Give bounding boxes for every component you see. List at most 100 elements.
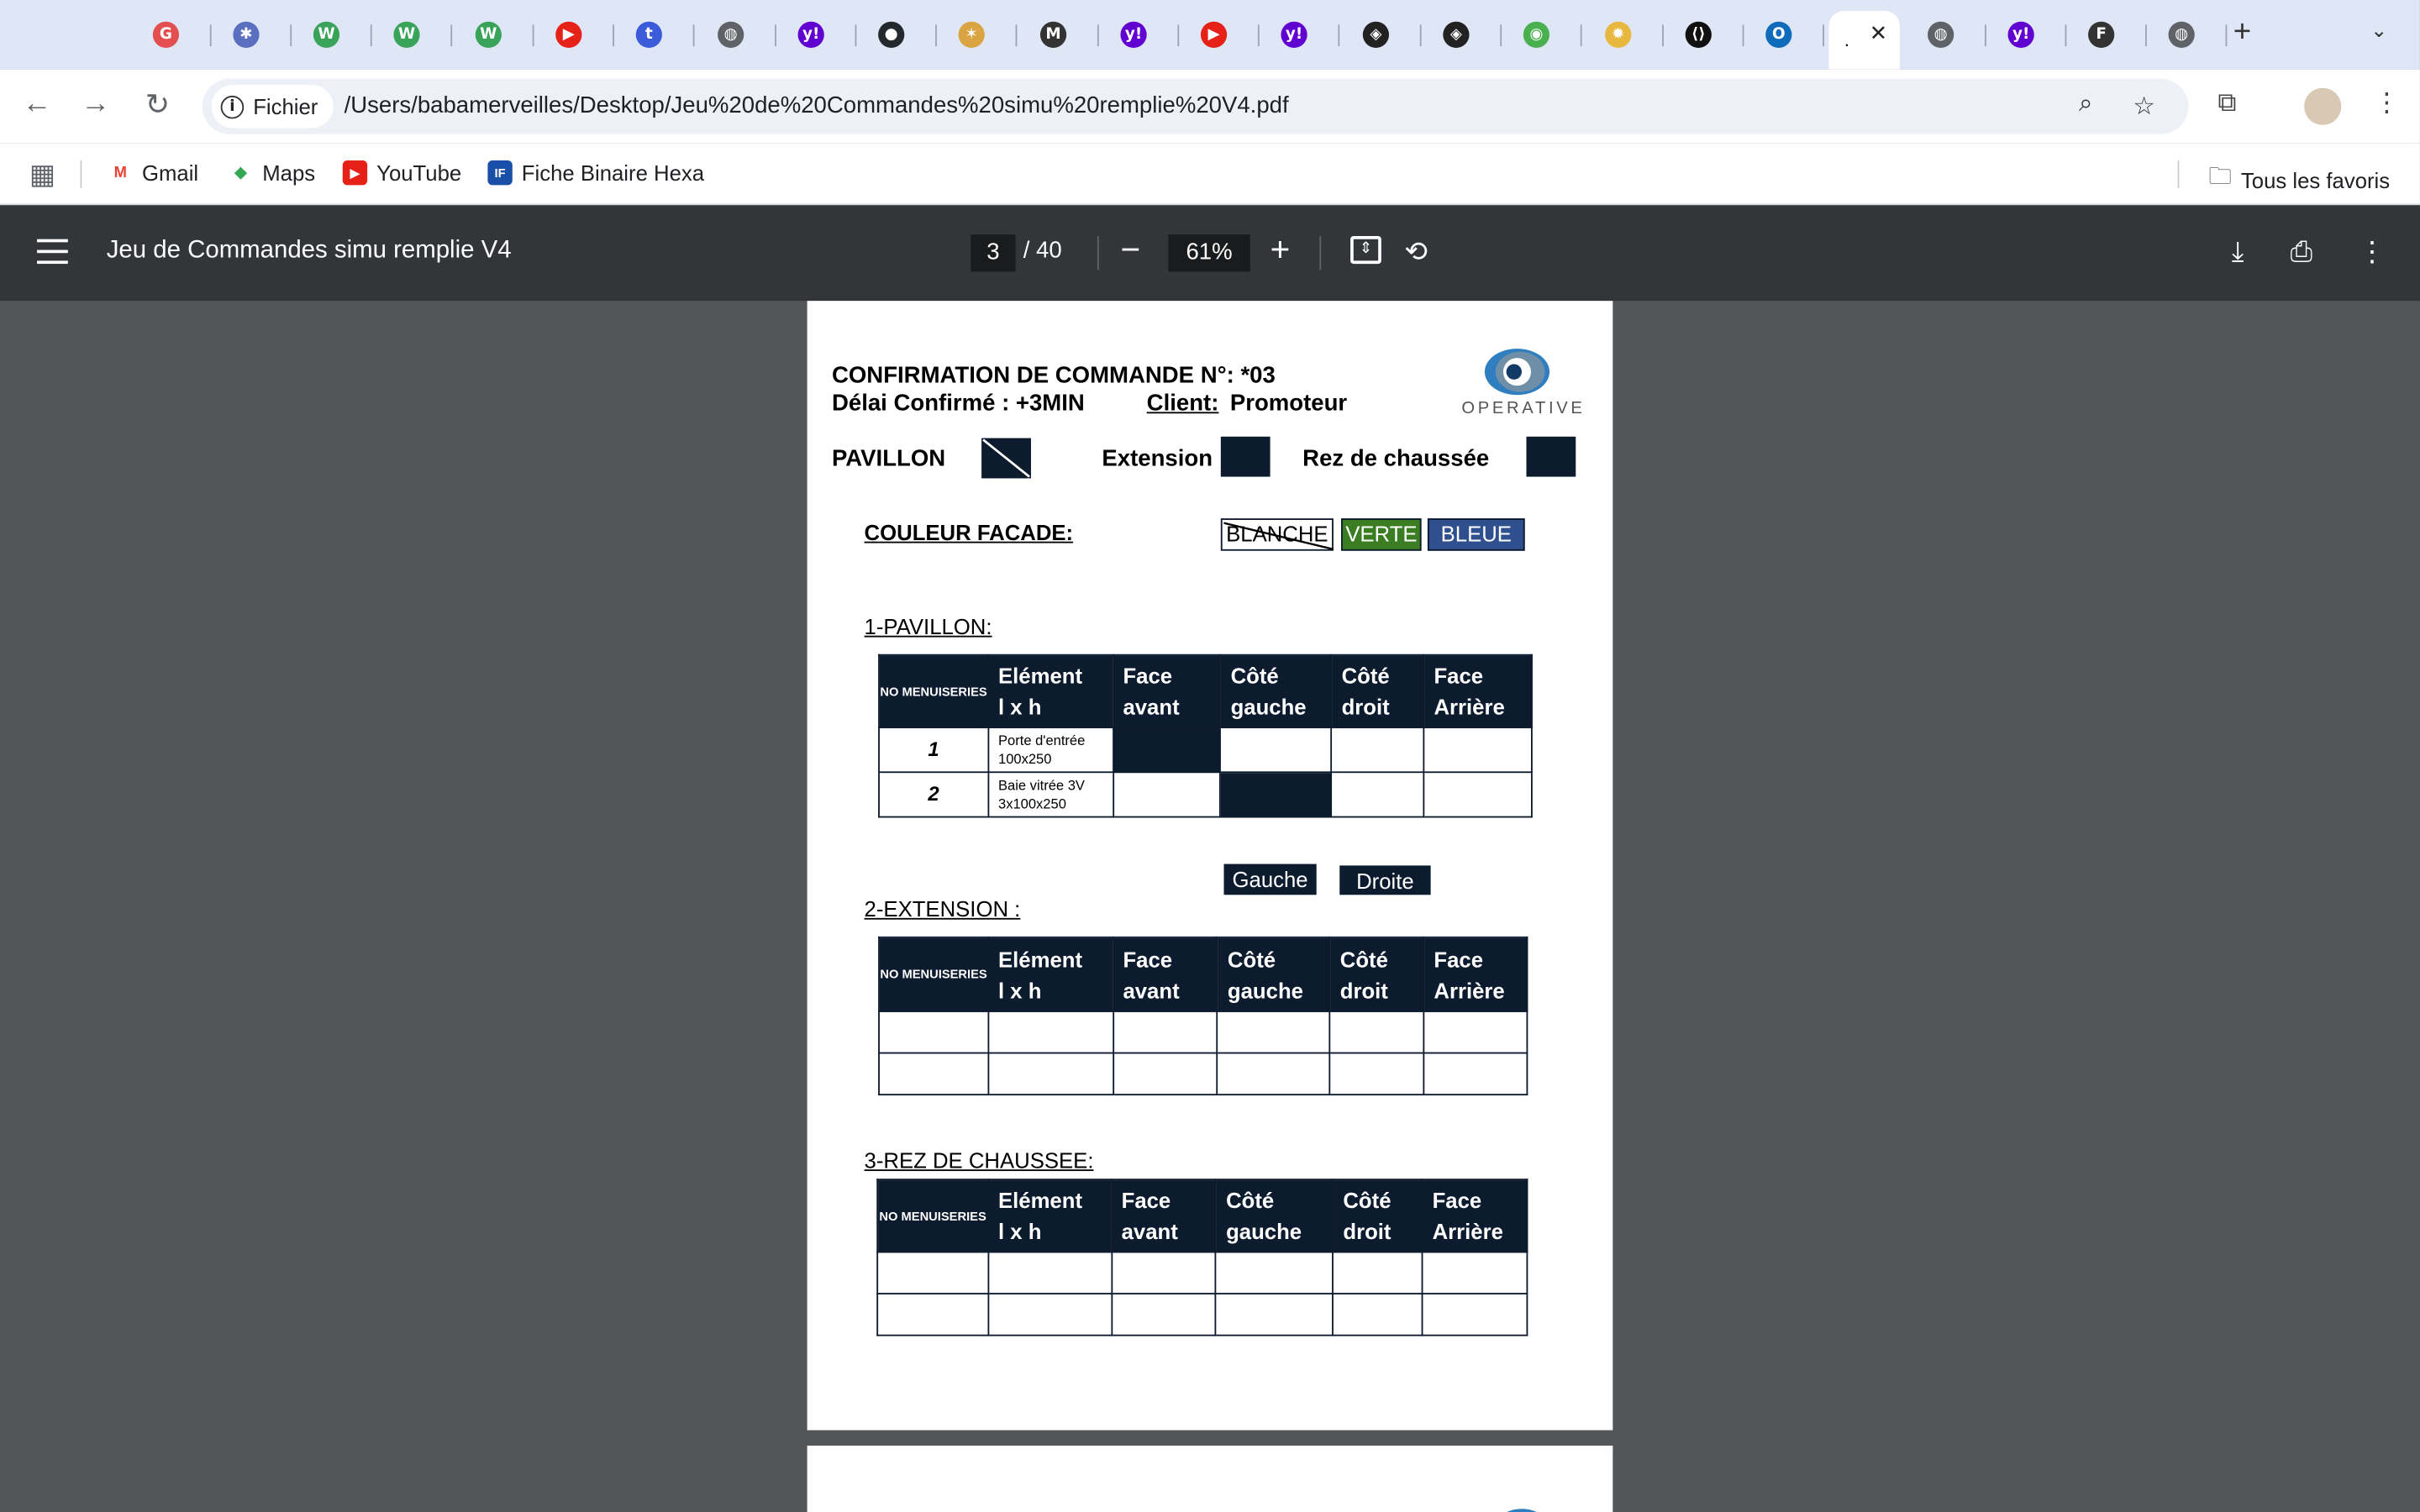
browser-tab[interactable]: ✶: [943, 11, 1018, 59]
download-icon[interactable]: ⤓: [2232, 236, 2244, 269]
browser-tab[interactable]: ✱: [218, 11, 292, 59]
zoom-in-button[interactable]: +: [1270, 230, 1291, 270]
browser-tab[interactable]: ▶: [540, 11, 615, 59]
rotate-icon[interactable]: ⟲: [1404, 236, 1428, 269]
bookmark-youtube[interactable]: ▶ YouTube: [342, 160, 461, 186]
all-bookmarks-folder[interactable]: 🗀 Tous les favoris: [2208, 160, 2390, 199]
tab-separator: [290, 24, 292, 47]
browser-tab[interactable]: G: [137, 11, 212, 59]
menu-hamburger-icon[interactable]: [37, 239, 68, 265]
cote-gauche-cell-marked[interactable]: [1219, 771, 1333, 818]
empty-cell[interactable]: [1215, 1251, 1334, 1294]
browser-tab[interactable]: ⟨⟩: [1670, 11, 1744, 59]
empty-cell[interactable]: [876, 1251, 989, 1294]
cote-droit-cell[interactable]: [1330, 727, 1425, 774]
color-bleue-chip[interactable]: BLEUE: [1427, 518, 1525, 551]
empty-cell[interactable]: [1421, 1251, 1528, 1294]
extensions-icon[interactable]: ⧉: [2217, 88, 2236, 119]
face-avant-cell-marked[interactable]: [1112, 727, 1222, 774]
page-number-input[interactable]: 3: [971, 234, 1016, 272]
tab-search-chevron-icon[interactable]: ⌄: [2370, 18, 2387, 43]
color-blanche-chip[interactable]: BLANCHE: [1220, 518, 1334, 551]
extension-checkbox[interactable]: [1220, 436, 1270, 477]
browser-tab[interactable]: ◈: [1428, 11, 1502, 59]
browser-tab[interactable]: W: [297, 11, 372, 59]
empty-cell[interactable]: [1217, 1011, 1331, 1054]
color-verte-chip[interactable]: VERTE: [1341, 518, 1422, 551]
table-row: [878, 1052, 1528, 1096]
browser-tab[interactable]: y!: [1265, 11, 1340, 59]
empty-cell[interactable]: [876, 1293, 989, 1336]
print-icon[interactable]: ⎙: [2291, 236, 2312, 269]
profile-avatar[interactable]: [2304, 87, 2342, 125]
browser-menu-icon[interactable]: ⋮: [2374, 88, 2400, 119]
zoom-level-input[interactable]: 61%: [1168, 234, 1250, 272]
back-button[interactable]: ←: [18, 88, 55, 122]
fit-page-icon[interactable]: ⇕: [1350, 236, 1381, 265]
more-options-icon[interactable]: ⋮: [2358, 236, 2386, 269]
site-info-chip[interactable]: i Fichier: [211, 85, 334, 129]
address-bar[interactable]: i Fichier /Users/babamerveilles/Desktop/…: [202, 78, 2189, 134]
bookmark-fiche-binaire[interactable]: IF Fiche Binaire Hexa: [487, 160, 704, 186]
browser-tab[interactable]: y!: [1105, 11, 1180, 59]
url-text[interactable]: /Users/babamerveilles/Desktop/Jeu%20de%2…: [345, 92, 1289, 118]
empty-cell[interactable]: [1328, 1011, 1425, 1054]
browser-tab[interactable]: ▶: [1186, 11, 1260, 59]
browser-tab[interactable]: F: [2073, 11, 2147, 59]
bookmark-gmail[interactable]: M Gmail: [108, 160, 199, 185]
browser-tab[interactable]: M: [1025, 11, 1099, 59]
browser-tab[interactable]: ✹: [1590, 11, 1664, 59]
empty-cell[interactable]: [1217, 1052, 1331, 1096]
gauche-label-box[interactable]: Gauche: [1223, 864, 1317, 895]
browser-tab[interactable]: W: [460, 11, 534, 59]
empty-cell[interactable]: [1332, 1293, 1423, 1336]
empty-cell[interactable]: [1423, 1052, 1528, 1096]
pavillon-checkbox-checked[interactable]: [981, 438, 1031, 479]
browser-tab[interactable]: ◈: [1347, 11, 1422, 59]
face-arriere-cell[interactable]: [1423, 771, 1533, 818]
browser-tab[interactable]: y!: [1992, 11, 2067, 59]
zoom-out-button[interactable]: −: [1120, 230, 1140, 270]
empty-cell[interactable]: [987, 1052, 1114, 1096]
empty-cell[interactable]: [1110, 1251, 1218, 1294]
browser-tab[interactable]: ◍: [702, 11, 776, 59]
browser-tab[interactable]: ◍: [2153, 11, 2228, 59]
empty-cell[interactable]: [987, 1011, 1114, 1054]
empty-cell[interactable]: [1110, 1293, 1218, 1336]
apps-grid-icon[interactable]: ▦: [29, 159, 55, 192]
cote-droit-cell[interactable]: [1330, 771, 1425, 818]
browser-tab[interactable]: ●: [863, 11, 937, 59]
cote-gauche-cell[interactable]: [1219, 727, 1333, 774]
browser-tab[interactable]: . ✕: [1828, 10, 1900, 70]
zoom-icon[interactable]: ⌕: [2079, 91, 2092, 118]
browser-tab[interactable]: O: [1750, 11, 1824, 59]
new-tab-button[interactable]: +: [2233, 15, 2251, 50]
empty-cell[interactable]: [1421, 1293, 1528, 1336]
empty-cell[interactable]: [1328, 1052, 1425, 1096]
empty-cell[interactable]: [1112, 1011, 1218, 1054]
browser-tab[interactable]: W: [378, 11, 453, 59]
face-avant-cell[interactable]: [1112, 771, 1222, 818]
reload-button[interactable]: ↻: [139, 88, 176, 123]
browser-tab[interactable]: ◍: [1912, 11, 1986, 59]
github-icon: ●: [878, 21, 905, 48]
bookmark-star-icon[interactable]: ☆: [2133, 91, 2154, 122]
tab-separator: [209, 24, 212, 47]
browser-tab[interactable]: ◉: [1507, 11, 1582, 59]
forward-button[interactable]: →: [77, 88, 114, 122]
empty-cell[interactable]: [1215, 1293, 1334, 1336]
empty-cell[interactable]: [987, 1293, 1113, 1336]
empty-cell[interactable]: [1423, 1011, 1528, 1054]
close-tab-icon[interactable]: ✕: [1870, 20, 1888, 46]
rdc-checkbox[interactable]: [1526, 436, 1576, 477]
face-arriere-cell[interactable]: [1423, 727, 1533, 774]
bookmark-maps[interactable]: ◆ Maps: [229, 160, 315, 185]
empty-cell[interactable]: [1112, 1052, 1218, 1096]
empty-cell[interactable]: [878, 1011, 989, 1054]
empty-cell[interactable]: [1332, 1251, 1423, 1294]
droite-label-box[interactable]: Droite: [1339, 865, 1431, 895]
browser-tab[interactable]: t: [620, 11, 695, 59]
empty-cell[interactable]: [878, 1052, 989, 1096]
empty-cell[interactable]: [987, 1251, 1113, 1294]
browser-tab[interactable]: y!: [782, 11, 857, 59]
